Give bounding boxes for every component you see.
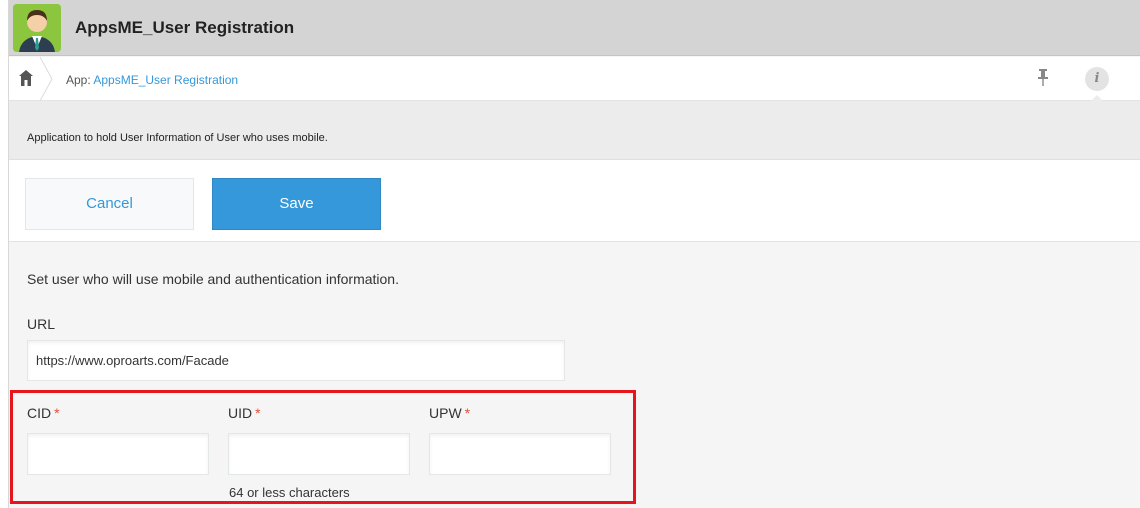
description-text: Application to hold User Information of … — [27, 132, 328, 144]
breadcrumb-app-link[interactable]: AppsME_User Registration — [93, 73, 238, 87]
form-instruction: Set user who will use mobile and authent… — [27, 271, 399, 287]
pin-icon[interactable] — [1037, 69, 1049, 87]
save-button[interactable]: Save — [212, 178, 381, 230]
home-icon — [19, 70, 33, 86]
user-avatar-icon — [13, 4, 61, 52]
breadcrumb-item: App: AppsME_User Registration — [66, 73, 238, 87]
app-title: AppsME_User Registration — [75, 18, 295, 37]
info-pointer — [1091, 95, 1103, 101]
breadcrumb: App: AppsME_User Registration i — [9, 57, 1140, 101]
app-window: AppsME_User Registration App: AppsME_Use… — [8, 0, 1140, 508]
info-icon[interactable]: i — [1085, 67, 1109, 91]
app-description: Application to hold User Information of … — [9, 101, 1140, 160]
highlight-box — [10, 390, 636, 504]
breadcrumb-separator — [39, 57, 53, 101]
breadcrumb-prefix: App: — [66, 73, 94, 87]
url-field[interactable]: https://www.oproarts.com/Facade — [27, 340, 565, 381]
app-header: AppsME_User Registration — [9, 0, 1140, 56]
action-bar: Cancel Save — [9, 160, 1140, 242]
cancel-button[interactable]: Cancel — [25, 178, 194, 230]
url-label: URL — [27, 316, 56, 332]
